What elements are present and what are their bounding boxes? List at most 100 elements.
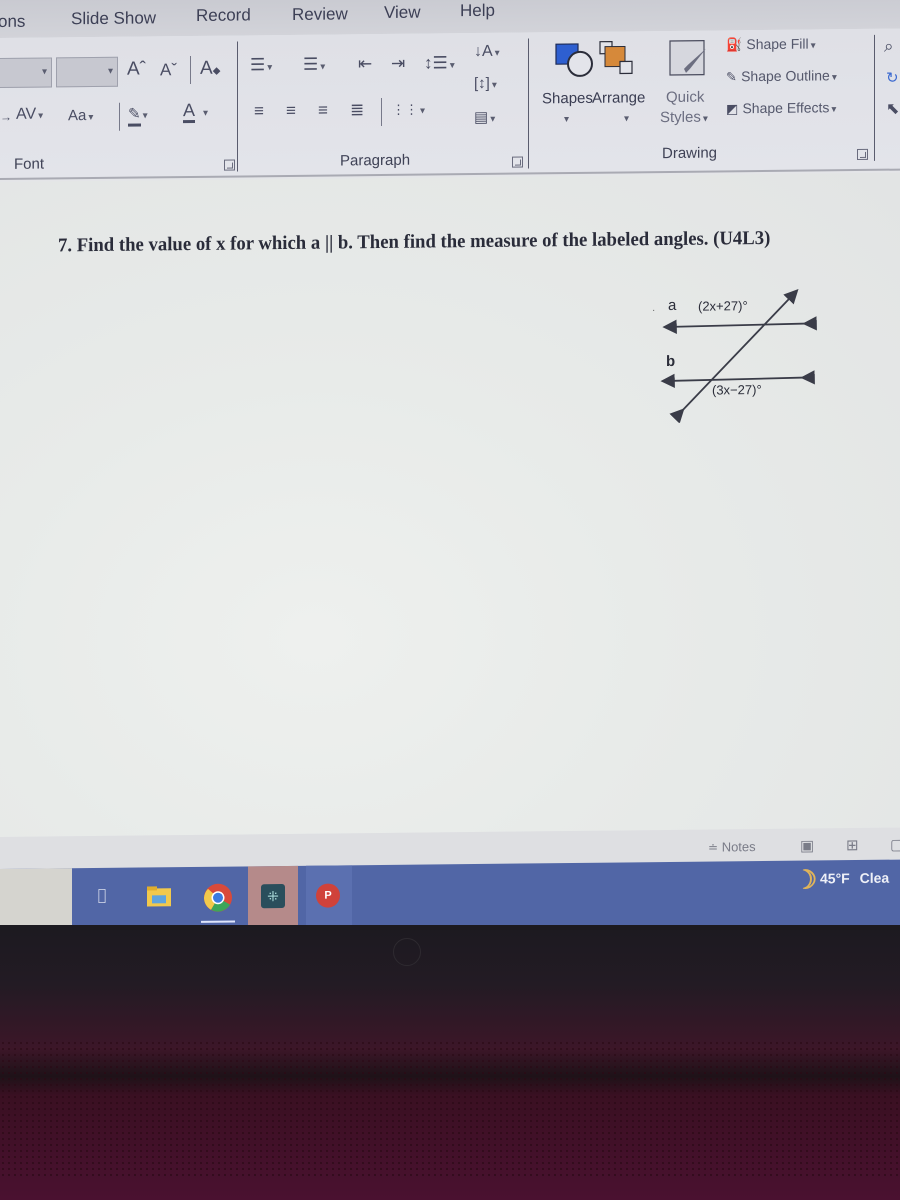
tab-record[interactable]: Record [196,5,251,26]
weather-temperature: 45°F [820,870,850,887]
chevron-down-icon: ▾ [810,40,816,52]
paragraph-dialog-launcher[interactable] [512,156,523,168]
align-right-button[interactable]: ≡ [318,101,328,121]
change-case-button[interactable]: Aa ▾ [68,107,93,124]
pen-icon: ✎ [726,69,737,85]
line-spacing-button[interactable]: ↕☰ ▾ [424,53,455,73]
reading-view-icon[interactable]: ▢ [890,836,900,854]
arrange-icon [599,40,633,75]
columns-button[interactable]: ⋮⋮ ▾ [392,102,425,118]
app-icon[interactable]: ⁜ [261,884,285,909]
weather-widget[interactable]: ☽ 45°F Clea [794,864,890,894]
tab-animations[interactable]: ons [0,12,25,32]
text-direction-button[interactable]: ↓A ▾ [474,43,500,61]
drawing-group-label: Drawing [662,144,718,163]
quick-styles-icon [669,40,706,76]
smartart-icon: ▤ [474,108,489,127]
shape-effects-button[interactable]: ◩ Shape Effects ▾ [726,99,836,117]
tab-help[interactable]: Help [460,1,495,21]
ribbon: ▾ ▾ Aˆ Aˇ A◆ → AV ▾ Aa ▾ ✎ ▾ A ▾ Font ☰ ▾ ☰ ▾ … [0,28,900,181]
clear-formatting-button[interactable]: A◆ [200,58,220,80]
weather-condition: Clea [859,869,890,886]
chevron-down-icon: ▾ [831,72,837,84]
drawing-dialog-launcher[interactable] [857,148,868,161]
align-center-button[interactable]: ≡ [286,101,296,121]
slide-sorter-icon[interactable]: ⊞ [846,836,859,854]
justify-button[interactable]: ≣ [350,100,364,120]
normal-view-icon[interactable]: ▣ [800,836,814,854]
line-b-label: b [666,352,676,371]
convert-to-smartart-button[interactable]: ▤ ▾ [474,108,495,126]
character-spacing-label: AV [16,105,37,123]
shapes-label: Shapes [542,89,593,108]
powerpoint-highlight: P [306,865,352,932]
point-dot: · [652,305,655,316]
font-dialog-launcher[interactable] [224,159,235,171]
divider [190,55,191,85]
increase-font-size-button[interactable]: Aˆ [127,58,146,80]
slide-canvas: 7. Find the value of x for which a || b.… [0,172,900,837]
font-name-dropdown[interactable]: ▾ [0,57,52,89]
arrange-button[interactable]: Arrange ▾ [592,39,662,130]
align-center-icon: ≡ [286,100,296,121]
text-direction-icon: ↓A [474,42,493,61]
app-highlight: ⁜ [248,865,298,933]
decrease-font-size-button[interactable]: Aˇ [160,60,177,80]
chevron-down-icon: ▾ [490,113,496,125]
chevron-down-icon: ▾ [38,110,44,122]
quick-styles-button[interactable]: Quick Styles ▾ [660,38,724,139]
align-text-button[interactable]: [↕] ▾ [474,75,497,92]
replace-icon[interactable]: ↻ [886,69,899,87]
paragraph-group-label: Paragraph [340,151,411,170]
align-left-button[interactable]: ≡ [254,101,264,121]
chevron-down-icon: ▾ [449,60,455,72]
chevron-down-icon: ▾ [88,112,94,124]
font-color-button[interactable]: A ▾ [183,99,208,124]
chevron-down-icon: ▾ [41,66,47,78]
increase-indent-button[interactable]: ⇥ [391,54,405,74]
shapes-icon [555,43,593,77]
question-text: 7. Find the value of x for which a || b.… [58,227,771,257]
angle-bottom-label: (3x−27)° [712,382,762,398]
bullets-button[interactable]: ☰ ▾ [250,55,272,75]
file-explorer-icon[interactable] [146,885,172,911]
chevron-down-icon: ▾ [831,104,837,116]
line-b [660,370,815,388]
increase-indent-icon: ⇥ [391,53,406,73]
powerpoint-icon[interactable]: P [316,883,340,908]
eraser-icon: ◆ [212,65,221,77]
tab-view[interactable]: View [384,3,421,23]
font-size-dropdown[interactable]: ▾ [56,56,118,88]
chevron-down-icon: ▾ [107,65,113,77]
tab-slide-show[interactable]: Slide Show [71,8,156,29]
highlighter-icon: ✎ [128,105,141,127]
bullet-list-icon: ☰ [250,55,266,75]
decrease-indent-button[interactable]: ⇤ [358,54,372,74]
decrease-indent-icon: ⇤ [358,54,373,74]
highlight-color-button[interactable]: ✎ ▾ [128,102,148,127]
line-a [662,316,817,334]
arrow-icon: → [0,109,12,124]
align-text-icon: [↕] [474,74,490,93]
divider [119,102,120,131]
notes-icon: ≐ [708,840,719,855]
task-view-icon[interactable]: ⌷ [96,886,122,912]
chevron-down-icon: ▾ [267,62,273,74]
tab-review[interactable]: Review [292,4,348,25]
chrome-icon[interactable] [201,883,235,923]
chevron-down-icon: ▾ [624,113,630,125]
group-divider [528,38,529,169]
chevron-down-icon: ▾ [494,47,500,59]
shape-outline-label: Shape Outline [741,67,830,85]
screen: ons Slide Show Record Review View Help ▾… [0,0,900,935]
line-a-label: a [668,296,677,315]
select-cursor-icon[interactable]: ⬉ [886,99,899,119]
shape-fill-button[interactable]: ⛽ Shape Fill ▾ [726,35,816,53]
taskbar: ⌷ ⁜ P ☽ 45°F Clea [0,859,900,935]
find-icon[interactable]: ⌕ [884,37,894,57]
speaker-grille [0,1040,900,1180]
shape-outline-button[interactable]: ✎ Shape Outline ▾ [726,67,837,85]
numbering-button[interactable]: ☰ ▾ [303,55,325,75]
character-spacing-button[interactable]: AV ▾ [16,106,43,124]
notes-button[interactable]: ≐ Notes [708,839,756,854]
